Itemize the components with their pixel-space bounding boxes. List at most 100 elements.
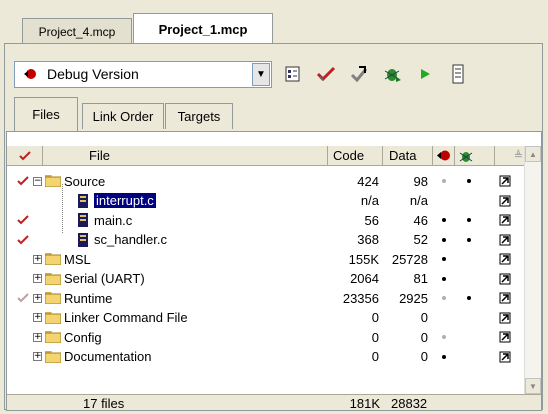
file-menu-button[interactable] xyxy=(499,192,513,210)
dependency-toggle[interactable] xyxy=(462,172,476,190)
header-check-column[interactable] xyxy=(7,146,43,165)
check-syntax-button[interactable] xyxy=(314,62,338,86)
touch-check-cell[interactable] xyxy=(17,348,31,366)
project-inspector-button[interactable] xyxy=(446,62,470,86)
dependency-toggle[interactable] xyxy=(462,192,476,210)
file-menu-button[interactable] xyxy=(499,270,513,288)
touch-check-cell[interactable] xyxy=(17,289,31,307)
folder-row[interactable]: − Source 424 98 xyxy=(7,172,527,190)
touch-check-cell[interactable] xyxy=(17,309,31,327)
file-menu-button[interactable] xyxy=(499,250,513,268)
debug-toggle[interactable] xyxy=(437,270,451,288)
file-name-cell[interactable]: sc_handler.c xyxy=(77,231,167,249)
settings-icon xyxy=(285,66,300,82)
synchronize-button[interactable] xyxy=(347,62,371,86)
tab-link-order[interactable]: Link Order xyxy=(82,103,164,129)
expand-icon[interactable]: + xyxy=(33,254,42,264)
file-row[interactable]: interrupt.c n/a n/a xyxy=(7,192,527,210)
file-row[interactable]: main.c 56 46 xyxy=(7,211,527,229)
doc-tab-project-4[interactable]: Project_4.mcp xyxy=(22,18,132,44)
header-file[interactable]: File xyxy=(43,146,328,165)
file-name-cell[interactable]: interrupt.c xyxy=(77,192,156,210)
touch-check-cell[interactable] xyxy=(17,211,31,229)
folder-row[interactable]: + Documentation 0 0 xyxy=(7,348,527,366)
settings-button[interactable] xyxy=(281,62,305,86)
debug-toggle[interactable] xyxy=(437,172,451,190)
debug-toggle[interactable] xyxy=(437,211,451,229)
debug-toggle[interactable] xyxy=(437,348,451,366)
file-menu-button[interactable] xyxy=(499,231,513,249)
debug-toggle[interactable] xyxy=(437,231,451,249)
touch-check-cell[interactable] xyxy=(17,270,31,288)
touch-check-cell[interactable] xyxy=(17,231,31,249)
file-menu-button[interactable] xyxy=(499,309,513,327)
dependency-toggle[interactable] xyxy=(462,231,476,249)
touch-check-cell[interactable] xyxy=(17,328,31,346)
vertical-scrollbar[interactable]: ▲ ▼ xyxy=(524,146,541,394)
debug-toggle[interactable] xyxy=(437,192,451,210)
tab-targets[interactable]: Targets xyxy=(165,103,233,129)
expand-icon[interactable]: + xyxy=(33,293,42,303)
expand-icon[interactable]: + xyxy=(33,313,42,322)
touch-check-cell[interactable] xyxy=(17,172,31,190)
debug-button[interactable] xyxy=(380,62,404,86)
tab-files[interactable]: Files xyxy=(14,97,78,131)
file-name-cell[interactable]: + Config xyxy=(33,328,102,346)
debug-toggle[interactable] xyxy=(437,309,451,327)
header-dependencies[interactable] xyxy=(455,146,495,165)
dependency-toggle[interactable] xyxy=(462,328,476,346)
data-size-cell: 0 xyxy=(420,349,428,364)
file-menu-button[interactable] xyxy=(499,211,513,229)
dependency-toggle[interactable] xyxy=(462,289,476,307)
scroll-down-icon[interactable]: ▼ xyxy=(525,378,541,394)
folder-row[interactable]: + Runtime 23356 2925 xyxy=(7,289,527,307)
collapse-icon[interactable]: − xyxy=(33,176,42,186)
touch-check-cell[interactable] xyxy=(17,192,31,210)
dependency-toggle[interactable] xyxy=(462,348,476,366)
file-name-cell[interactable]: + MSL xyxy=(33,250,91,268)
folder-row[interactable]: + MSL 155K 25728 xyxy=(7,250,527,268)
expand-icon[interactable]: + xyxy=(33,332,42,342)
expand-icon[interactable]: + xyxy=(33,352,42,361)
build-target-select[interactable]: Debug Version ▼ xyxy=(14,60,272,88)
file-name-label: MSL xyxy=(64,251,91,267)
file-name-cell[interactable]: + Documentation xyxy=(33,348,151,366)
data-size-cell: 52 xyxy=(413,232,428,247)
file-name-cell[interactable]: + Linker Command File xyxy=(33,309,188,327)
dependency-dot-icon xyxy=(467,296,471,300)
touch-check-cell[interactable] xyxy=(17,250,31,268)
folder-row[interactable]: + Config 0 0 xyxy=(7,328,527,346)
tab-label: Targets xyxy=(177,109,221,124)
code-size-cell: 56 xyxy=(364,212,379,228)
dependency-toggle[interactable] xyxy=(462,250,476,268)
header-code[interactable]: Code xyxy=(328,146,383,165)
file-menu-button[interactable] xyxy=(499,289,513,307)
debug-toggle[interactable] xyxy=(437,250,451,268)
sort-icon[interactable]: ≜ xyxy=(495,146,527,165)
run-button[interactable] xyxy=(413,62,437,86)
header-debug[interactable] xyxy=(433,146,455,165)
expand-icon[interactable]: + xyxy=(33,274,42,283)
dependency-toggle[interactable] xyxy=(462,309,476,327)
run-icon xyxy=(421,69,430,79)
folder-row[interactable]: + Linker Command File 0 0 xyxy=(7,309,527,327)
header-data[interactable]: Data xyxy=(383,146,433,165)
dependency-toggle[interactable] xyxy=(462,211,476,229)
dependency-dot-icon xyxy=(467,179,471,183)
chevron-down-icon[interactable]: ▼ xyxy=(252,62,270,86)
debug-toggle[interactable] xyxy=(437,289,451,307)
file-name-cell[interactable]: + Serial (UART) xyxy=(33,270,145,288)
file-name-cell[interactable]: + Runtime xyxy=(33,289,112,307)
folder-row[interactable]: + Serial (UART) 2064 81 xyxy=(7,270,527,288)
file-menu-button[interactable] xyxy=(499,348,513,366)
doc-tab-project-1[interactable]: Project_1.mcp xyxy=(133,13,273,44)
scroll-up-icon[interactable]: ▲ xyxy=(525,146,541,162)
tree-connector xyxy=(62,184,63,233)
file-name-cell[interactable]: main.c xyxy=(77,211,132,229)
file-menu-button[interactable] xyxy=(499,172,513,190)
debug-toggle[interactable] xyxy=(437,328,451,346)
file-row[interactable]: sc_handler.c 368 52 xyxy=(7,231,527,249)
file-menu-button[interactable] xyxy=(499,328,513,346)
dependency-toggle[interactable] xyxy=(462,270,476,288)
file-name-cell[interactable]: − Source xyxy=(33,172,105,190)
